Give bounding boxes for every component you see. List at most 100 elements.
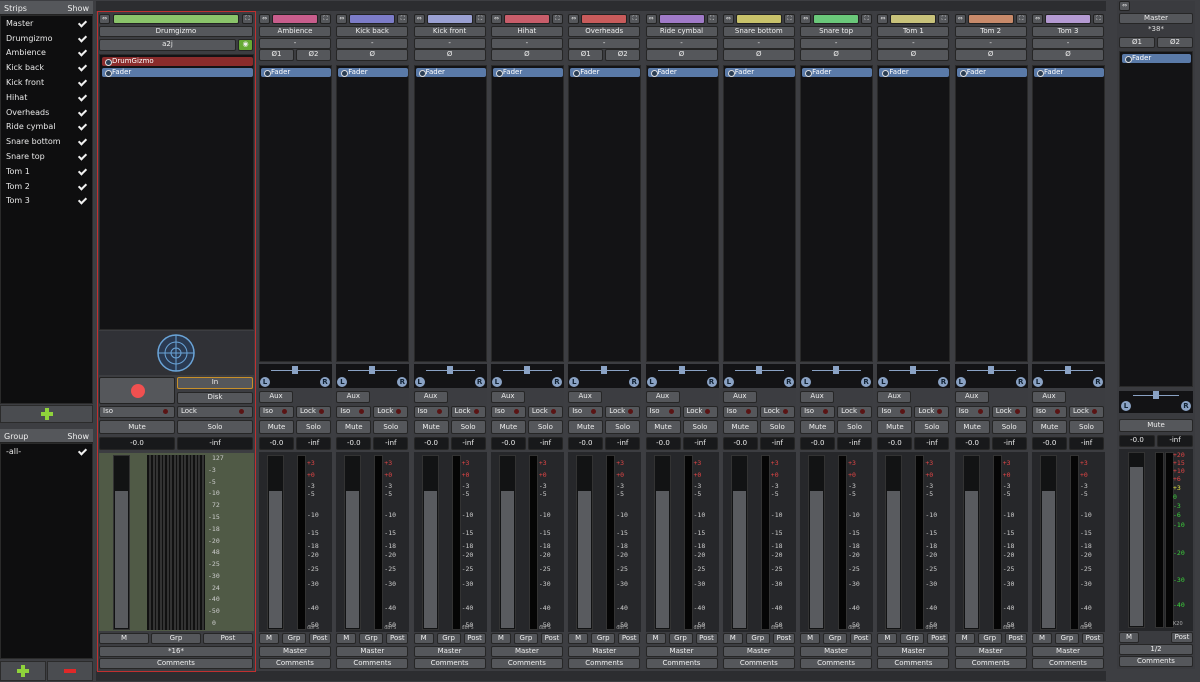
bottom-scrollbar[interactable] [96,671,1106,681]
pan-handle[interactable] [523,366,530,374]
strip-width-icon[interactable]: ⇔ [954,14,966,24]
gain-fader[interactable] [730,455,748,630]
input-button[interactable]: - [259,38,331,49]
strip-hide-icon[interactable]: ⛶ [629,14,641,24]
peak-display[interactable]: -inf [373,437,409,450]
group-button[interactable]: Grp [513,633,538,644]
strip-name-button[interactable]: Tom 3 [1032,26,1104,37]
solo-button[interactable]: Solo [296,420,331,434]
group-button[interactable]: Grp [151,633,201,644]
record-arm-button[interactable] [99,377,175,404]
strip-list-item-row[interactable]: Tom 2 [1,179,92,194]
strip-color-bar[interactable] [272,14,318,24]
strip-width-icon[interactable]: ⇔ [490,14,502,24]
master-meter-post-button[interactable]: Post [1171,632,1193,643]
peak-display[interactable]: -inf [450,437,486,450]
strip-name-button[interactable]: Ambience [259,26,331,37]
add-group-button[interactable] [0,661,46,681]
strip-hide-icon[interactable]: ⛶ [551,14,563,24]
gain-display[interactable]: -0.0 [336,437,372,450]
checkbox-icon[interactable] [78,196,87,205]
gain-display[interactable]: -0.0 [413,437,449,450]
checkbox-icon[interactable] [78,19,87,28]
group-button[interactable]: Grp [591,633,616,644]
strip-list-item-row[interactable]: Kick front [1,75,92,90]
strip-hide-icon[interactable]: ⛶ [706,14,718,24]
stereo-panner[interactable]: L R [413,364,487,388]
gain-fader[interactable] [498,455,516,630]
remove-group-button[interactable] [47,661,93,681]
isolate-button[interactable]: Iso [413,406,449,418]
gain-display[interactable]: -0.0 [722,437,758,450]
strip-name-button[interactable]: Tom 2 [954,26,1027,37]
strip-color-bar[interactable] [1045,14,1091,24]
comments-button[interactable]: Comments [259,658,331,669]
strip-name-button[interactable]: Ride cymbal [645,26,718,37]
gain-fader[interactable] [885,455,903,630]
input-button[interactable]: - [722,38,795,49]
fader-processor[interactable]: Fader [415,68,486,77]
comments-button[interactable]: Comments [99,658,253,669]
strip-name-button[interactable]: Drumgizmo [99,26,253,37]
strip-hide-icon[interactable]: ⛶ [242,14,253,24]
aux-button[interactable]: Aux [722,391,757,403]
isolate-button[interactable]: Iso [645,406,681,418]
solo-button[interactable]: Solo [605,420,641,434]
isolate-button[interactable]: Iso [99,406,175,418]
output-button[interactable]: Master [413,646,486,657]
pan-handle[interactable] [369,366,376,374]
strip-hide-icon[interactable]: ⛶ [861,14,873,24]
input-button[interactable]: - [490,38,563,49]
stereo-panner[interactable]: L R [954,364,1028,388]
output-button[interactable]: Master [800,646,873,657]
phase-invert-1-button[interactable]: Ø1 [568,49,604,61]
peak-display[interactable]: -inf [1069,437,1104,450]
monitor-disk-button[interactable]: Disk [177,392,253,404]
isolate-button[interactable]: Iso [722,406,758,418]
checkbox-icon[interactable] [78,34,87,43]
phase-invert-button[interactable]: Ø [800,49,873,61]
aux-button[interactable]: Aux [336,391,371,403]
output-button[interactable]: Master [645,646,718,657]
phase-invert-1-button[interactable]: Ø1 [259,49,294,61]
stereo-panner[interactable]: L R [490,364,564,388]
strip-list-item-row[interactable]: Ride cymbal [1,120,92,135]
plugin-gui-icon[interactable]: ◉ [238,39,253,51]
solo-button[interactable]: Solo [837,420,873,434]
strip-name-button[interactable]: Kick back [336,26,409,37]
strip-width-icon[interactable]: ⇔ [568,14,580,24]
isolate-button[interactable]: Iso [877,406,913,418]
master-gain-fader[interactable] [1128,452,1145,628]
meter-point-post-button[interactable]: Post [386,633,409,644]
isolate-button[interactable]: Iso [954,406,990,418]
comments-button[interactable]: Comments [1032,658,1104,669]
output-button[interactable]: Master [1032,646,1104,657]
fader-processor[interactable]: Fader [956,68,1027,77]
meter-point-post-button[interactable]: Post [1082,633,1104,644]
solo-button[interactable]: Solo [1069,420,1104,434]
strip-color-bar[interactable] [581,14,628,24]
gain-display[interactable]: -0.0 [259,437,294,450]
meter-point-button[interactable]: M [1032,633,1052,644]
gain-display[interactable]: -0.0 [1032,437,1067,450]
meter-point-post-button[interactable]: Post [695,633,718,644]
comments-button[interactable]: Comments [568,658,641,669]
master-gain-display[interactable]: -0.0 [1119,435,1155,447]
strip-width-icon[interactable]: ⇔ [645,14,657,24]
strip-list-item-row[interactable]: Snare top [1,149,92,164]
input-button[interactable]: - [800,38,873,49]
input-button[interactable]: - [336,38,409,49]
mute-button[interactable]: Mute [877,420,913,434]
gain-fader[interactable] [267,455,284,630]
gain-fader[interactable] [1040,455,1057,630]
gain-fader[interactable] [421,455,439,630]
group-button[interactable]: Grp [900,633,925,644]
lock-button[interactable]: Lock [682,406,718,418]
strip-list-item-row[interactable]: Tom 1 [1,164,92,179]
strip-name-button[interactable]: Tom 1 [877,26,950,37]
solo-button[interactable]: Solo [373,420,409,434]
meter-point-button[interactable]: M [877,633,898,644]
phase-invert-button[interactable]: Ø [1032,49,1104,61]
phase-invert-1-button[interactable]: Ø1 [1119,37,1155,48]
gain-fader[interactable] [962,455,980,630]
